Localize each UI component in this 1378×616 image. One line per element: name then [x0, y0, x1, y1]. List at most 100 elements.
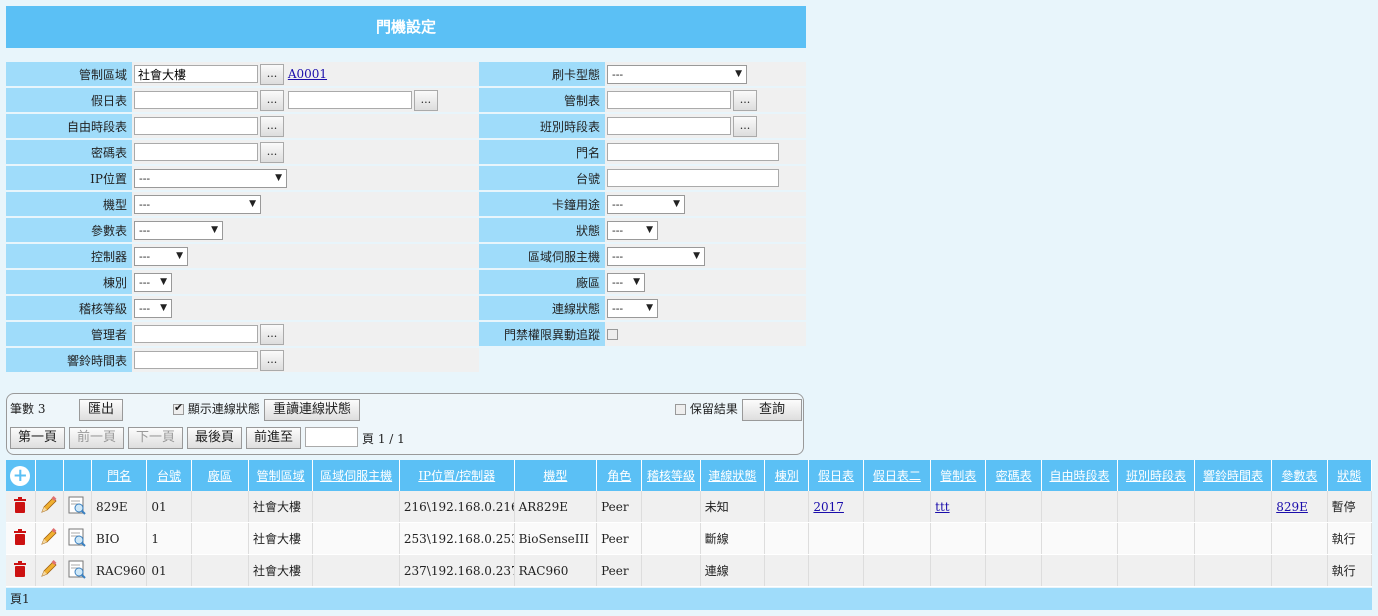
area-input[interactable] — [134, 65, 258, 83]
column-header[interactable]: 機型 — [514, 460, 598, 491]
server-select[interactable]: --- ▼ — [607, 246, 705, 266]
last-page-button[interactable]: 最後頁 — [187, 427, 242, 449]
area-code-link[interactable]: A0001 — [288, 67, 327, 81]
column-header-label[interactable]: 參數表 — [1281, 469, 1317, 483]
column-header[interactable]: 狀態 — [1327, 460, 1373, 491]
column-header-label[interactable]: 廠區 — [208, 469, 232, 483]
prev-page-button[interactable]: 前一頁 — [69, 427, 124, 449]
export-button[interactable]: 匯出 — [79, 399, 123, 421]
column-header[interactable]: 班別時段表 — [1117, 460, 1195, 491]
password-picker-button[interactable]: ... — [260, 141, 284, 163]
bell-input[interactable] — [134, 351, 258, 369]
column-header-label[interactable]: 假日表 — [818, 469, 854, 483]
column-header-label[interactable]: 連線狀態 — [708, 469, 756, 483]
holiday-input[interactable] — [134, 91, 258, 109]
column-header[interactable]: 管制表 — [930, 460, 987, 491]
column-header-label[interactable]: 角色 — [607, 469, 631, 483]
column-header-label[interactable]: 自由時段表 — [1050, 469, 1110, 483]
view-icon[interactable] — [63, 554, 93, 587]
column-header-label[interactable]: 區域伺服主機 — [320, 469, 392, 483]
show-conn-checkbox[interactable] — [173, 401, 184, 415]
controller-select[interactable]: --- ▼ — [134, 246, 188, 266]
door-name-input[interactable] — [607, 143, 779, 161]
free-period-input[interactable] — [134, 117, 258, 135]
delete-icon[interactable] — [6, 522, 36, 555]
edit-icon[interactable] — [35, 522, 64, 555]
column-header[interactable]: 參數表 — [1271, 460, 1328, 491]
edit-icon[interactable] — [35, 554, 64, 587]
column-header[interactable]: 密碼表 — [985, 460, 1042, 491]
model-select[interactable]: --- ▼ — [134, 194, 261, 214]
building-select[interactable]: --- ▼ — [134, 272, 172, 292]
delete-icon[interactable] — [6, 491, 36, 523]
column-header[interactable]: 門名 — [91, 460, 148, 491]
shift-input[interactable] — [607, 117, 731, 135]
column-header[interactable]: 自由時段表 — [1041, 460, 1119, 491]
column-header[interactable]: 稽核等級 — [641, 460, 701, 491]
goto-page-button[interactable]: 前進至 — [246, 427, 301, 449]
goto-page-input[interactable] — [305, 427, 358, 447]
free-period-picker-button[interactable]: ... — [260, 115, 284, 137]
keep-result-checkbox[interactable] — [675, 404, 686, 415]
column-header-label[interactable]: 密碼表 — [996, 469, 1032, 483]
ip-select[interactable]: --- ▼ — [134, 168, 287, 188]
password-input[interactable] — [134, 143, 258, 161]
conn-select[interactable]: --- ▼ — [607, 298, 658, 318]
column-header-label[interactable]: 假日表二 — [873, 469, 921, 483]
column-header-label[interactable]: 管制表 — [940, 469, 976, 483]
tracking-checkbox[interactable] — [607, 329, 618, 340]
cell-link[interactable]: ttt — [935, 500, 949, 514]
column-header[interactable]: 假日表二 — [863, 460, 932, 491]
holiday2-picker-button[interactable]: ... — [413, 89, 438, 111]
plant-select[interactable]: --- ▼ — [607, 272, 645, 292]
column-header[interactable]: 連線狀態 — [700, 460, 766, 491]
shift-picker-button[interactable]: ... — [733, 115, 757, 137]
area-picker-button[interactable]: ... — [260, 63, 284, 85]
table-row[interactable]: BIO 1 社會大樓 253\192.168.0.253 BioSenseIII Peer… — [6, 522, 1373, 555]
admin-picker-button[interactable]: ... — [260, 323, 284, 345]
column-header-label[interactable]: 管制區域 — [257, 469, 305, 483]
column-header-label[interactable]: 機型 — [543, 469, 567, 483]
column-header[interactable]: 角色 — [596, 460, 643, 491]
column-header-label[interactable]: 響鈴時間表 — [1203, 469, 1263, 483]
column-header-label[interactable]: 台號 — [157, 469, 181, 483]
table-cell[interactable]: ttt — [930, 491, 987, 523]
view-icon[interactable] — [63, 522, 93, 555]
column-header-label[interactable]: 狀態 — [1337, 469, 1361, 483]
station-input[interactable] — [607, 169, 779, 187]
table-row[interactable]: 829E 01 社會大樓 216\192.168.0.216 AR829E Peer 未知 2… — [6, 491, 1373, 523]
edit-icon[interactable] — [35, 491, 64, 523]
table-cell[interactable]: 829E — [1271, 491, 1328, 523]
first-page-button[interactable]: 第一頁 — [10, 427, 65, 449]
reader-use-select[interactable]: --- ▼ — [607, 194, 685, 214]
column-header-label[interactable]: 門名 — [107, 469, 131, 483]
column-header-label[interactable]: IP位置/控制器 — [418, 469, 495, 483]
view-icon[interactable] — [63, 491, 93, 523]
column-header-label[interactable]: 班別時段表 — [1126, 469, 1186, 483]
column-header-label[interactable]: 稽核等級 — [647, 469, 695, 483]
column-header[interactable]: 棟別 — [764, 460, 810, 491]
column-header[interactable]: 區域伺服主機 — [312, 460, 400, 491]
column-header[interactable]: IP位置/控制器 — [399, 460, 515, 491]
holiday2-input[interactable] — [287, 91, 412, 109]
query-button[interactable]: 查詢 — [742, 399, 802, 421]
column-header[interactable]: 台號 — [146, 460, 192, 491]
column-header[interactable]: 廠區 — [191, 460, 249, 491]
column-header[interactable]: 管制區域 — [248, 460, 314, 491]
reread-conn-button[interactable]: 重讀連線狀態 — [264, 399, 360, 421]
bell-picker-button[interactable]: ... — [260, 349, 284, 371]
audit-select[interactable]: --- ▼ — [134, 298, 172, 318]
holiday-picker-button[interactable]: ... — [260, 89, 284, 111]
card-type-select[interactable]: --- ▼ — [607, 64, 747, 84]
status-select[interactable]: --- ▼ — [607, 220, 658, 240]
column-header[interactable]: 假日表 — [808, 460, 864, 491]
table-cell[interactable]: 2017 — [808, 491, 864, 523]
admin-input[interactable] — [134, 325, 258, 343]
next-page-button[interactable]: 下一頁 — [128, 427, 183, 449]
param-select[interactable]: --- ▼ — [134, 220, 223, 240]
control-table-picker-button[interactable]: ... — [733, 89, 757, 111]
add-icon[interactable]: + — [10, 465, 31, 486]
table-row[interactable]: RAC960 01 社會大樓 237\192.168.0.237 RAC960 Peer 連… — [6, 554, 1373, 587]
column-header-label[interactable]: 棟別 — [775, 469, 799, 483]
delete-icon[interactable] — [6, 554, 36, 587]
